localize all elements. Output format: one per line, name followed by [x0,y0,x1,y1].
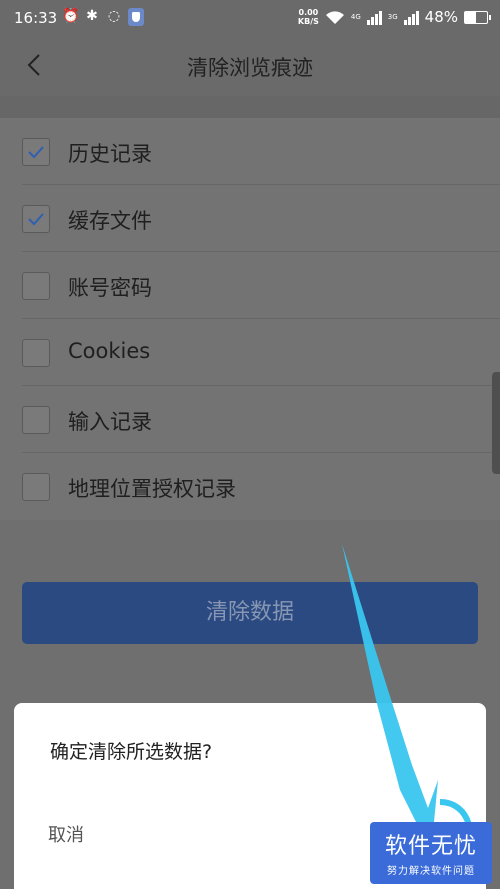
option-input-records[interactable]: 输入记录 [0,386,500,453]
watermark-sub: 努力解决软件问题 [387,866,475,877]
speed-value: 0.00 [298,8,319,17]
section-gap [0,96,500,118]
watermark-logo: 软件无忧 努力解决软件问题 [370,822,492,884]
wifi-icon [325,11,344,24]
status-right-icons: 0.00 KB/S 4G 3G 48% [298,8,491,26]
option-label: 地理位置授权记录 [68,477,236,501]
bluetooth-icon: ✱ [86,8,98,24]
signal-icon-2 [403,9,419,25]
checkbox-history[interactable] [22,138,50,166]
battery-percent: 48% [424,8,458,26]
checkbox-cache[interactable] [22,205,50,233]
option-label: 历史记录 [68,142,152,166]
notification-icon: ◌ [107,8,121,24]
status-time: 16:33 [14,9,58,27]
option-cache[interactable]: 缓存文件 [0,185,500,252]
checkmark-icon [28,146,44,159]
status-bar: 16:33 ⏰ ✱ ◌ 0.00 KB/S 4G 3G 48% [0,0,500,36]
page-title: 清除浏览痕迹 [187,56,313,80]
option-label: Cookies [68,339,151,363]
network-speed: 0.00 KB/S [298,8,319,26]
checkmark-icon [28,213,44,226]
option-label: 输入记录 [68,410,152,434]
checkbox-passwords[interactable] [22,272,50,300]
network-2-label: 3G [387,13,398,21]
checkbox-location-auth[interactable] [22,473,50,501]
option-location-auth[interactable]: 地理位置授权记录 [0,453,500,520]
cancel-button[interactable]: 取消 [48,821,84,847]
option-label: 缓存文件 [68,209,152,233]
status-left-icons: ⏰ ✱ ◌ [62,8,144,26]
speed-unit: KB/S [297,17,319,26]
battery-icon [464,10,491,24]
watermark-main: 软件无忧 [384,834,477,859]
option-cookies[interactable]: Cookies [0,319,500,386]
app-header: 清除浏览痕迹 [0,36,500,96]
network-1-label: 4G [350,13,361,21]
alarm-icon: ⏰ [62,8,80,24]
checkbox-input-records[interactable] [22,406,50,434]
dialog-message: 确定清除所选数据? [50,741,213,763]
shield-icon [128,8,144,26]
clear-options-list: 历史记录 缓存文件 账号密码 Cookies 输入记录 地理位置授权记录 [0,118,500,520]
signal-icon [366,9,382,25]
option-label: 账号密码 [68,276,152,300]
side-handle [492,372,500,474]
option-passwords[interactable]: 账号密码 [0,252,500,319]
checkbox-cookies[interactable] [22,339,50,367]
option-history[interactable]: 历史记录 [0,118,500,185]
